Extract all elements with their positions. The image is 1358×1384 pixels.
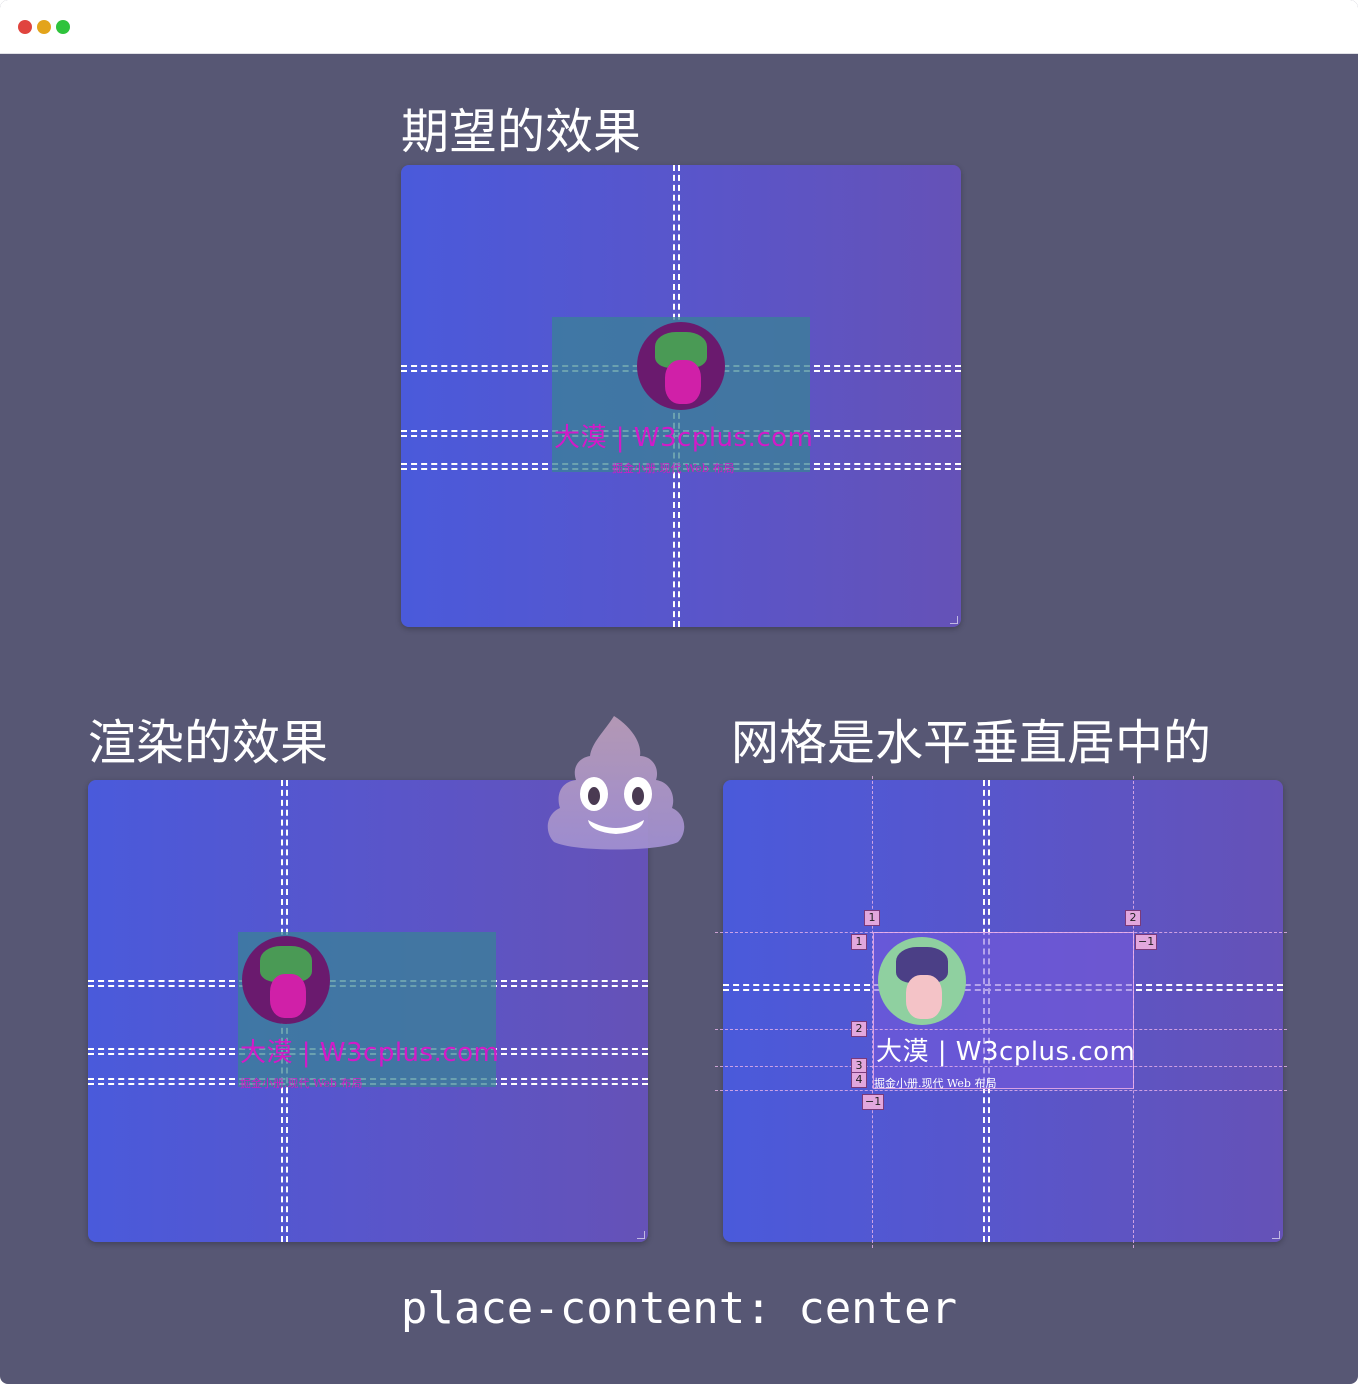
code-caption: place-content: center bbox=[400, 1283, 958, 1334]
grid-guide-horizontal bbox=[715, 1090, 1287, 1091]
grid-guide-vertical bbox=[1133, 776, 1134, 1248]
resize-handle[interactable] bbox=[637, 1231, 645, 1239]
pile-of-poo-emoji bbox=[547, 716, 685, 850]
grid-line-number-badge: 1 bbox=[864, 910, 880, 926]
rendered-heading: 渲染的效果 bbox=[88, 715, 329, 771]
expected-panel: 大漠 | W3cplus.com 掘金小册.现代 Web 布局 bbox=[401, 165, 961, 627]
grid-item-card: 大漠 | W3cplus.com 掘金小册.现代 Web 布局 bbox=[552, 317, 814, 475]
tagline-text: 掘金小册.现代 Web 布局 bbox=[874, 1077, 997, 1090]
brand-text: 大漠 | W3cplus.com bbox=[876, 1037, 1136, 1067]
grid-item-card: 大漠 | W3cplus.com 掘金小册.现代 Web 布局 bbox=[238, 932, 500, 1090]
tagline-text: 掘金小册.现代 Web 布局 bbox=[240, 1077, 363, 1090]
resize-handle[interactable] bbox=[950, 616, 958, 624]
minimize-window-button[interactable] bbox=[37, 20, 51, 34]
brand-text: 大漠 | W3cplus.com bbox=[240, 1038, 500, 1068]
expected-heading: 期望的效果 bbox=[401, 104, 642, 160]
grid-line-number-badge: 2 bbox=[851, 1021, 867, 1037]
title-bar bbox=[0, 0, 1358, 54]
grid-guide-horizontal bbox=[715, 1066, 1287, 1067]
grid-inspector-panel: 大漠 | W3cplus.com 掘金小册.现代 Web 布局 bbox=[723, 780, 1283, 1242]
close-window-button[interactable] bbox=[18, 20, 32, 34]
avatar bbox=[637, 322, 725, 410]
grid-line-number-badge: −1 bbox=[1135, 934, 1158, 950]
avatar bbox=[242, 936, 330, 1024]
grid-line-number-badge: −1 bbox=[862, 1094, 885, 1110]
browser-window: 期望的效果 大漠 | W3cplus.com 掘金小册.现代 Web 布局 渲染… bbox=[0, 0, 1358, 1384]
maximize-window-button[interactable] bbox=[56, 20, 70, 34]
resize-handle[interactable] bbox=[1272, 1231, 1280, 1239]
grid-guide-vertical bbox=[872, 776, 873, 1248]
tagline-text: 掘金小册.现代 Web 布局 bbox=[612, 462, 735, 475]
brand-text: 大漠 | W3cplus.com bbox=[554, 423, 814, 453]
grid-line-number-badge: 1 bbox=[851, 934, 867, 950]
grid-line-number-badge: 2 bbox=[1125, 910, 1141, 926]
grid-centered-heading: 网格是水平垂直居中的 bbox=[731, 715, 1212, 771]
avatar bbox=[878, 937, 966, 1025]
grid-guide-horizontal bbox=[715, 1029, 1287, 1030]
grid-guide-horizontal bbox=[715, 932, 1287, 933]
grid-line-number-badge: 4 bbox=[851, 1072, 867, 1088]
